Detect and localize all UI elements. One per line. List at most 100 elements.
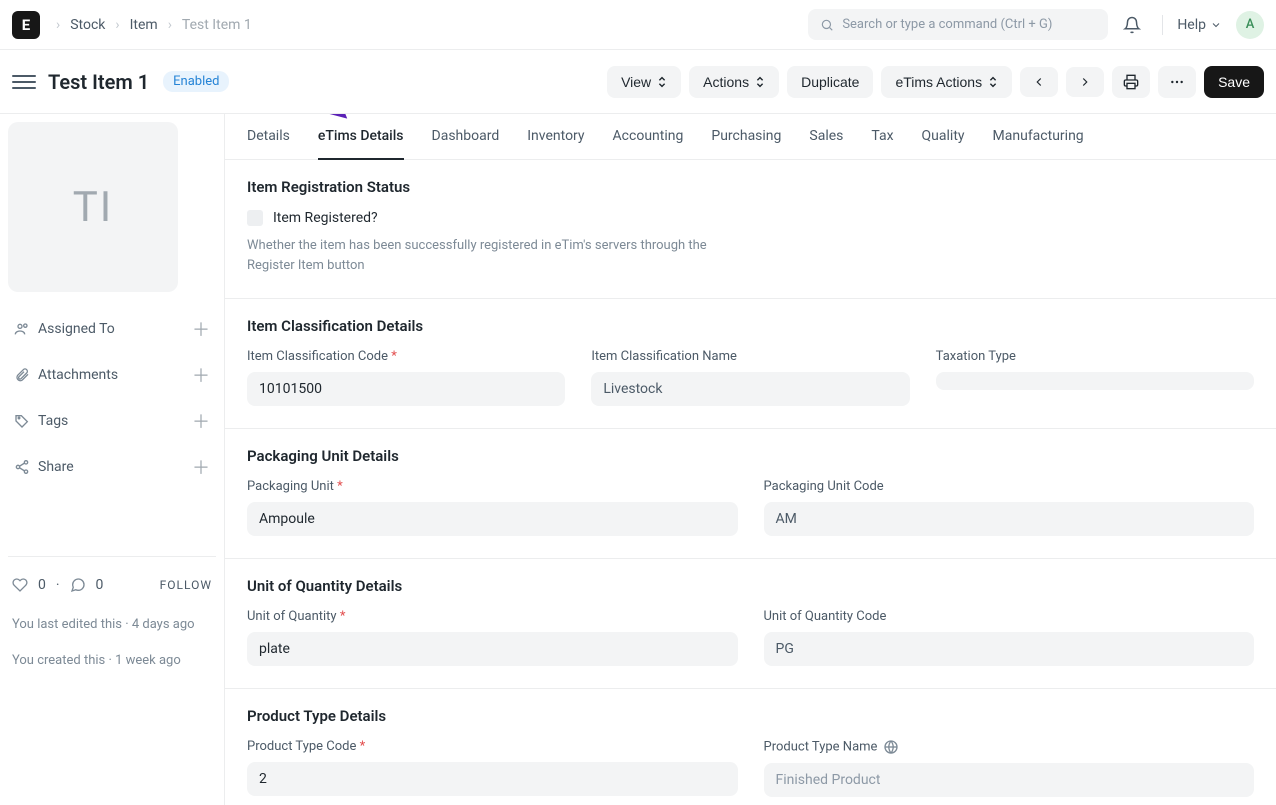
last-edited-meta: You last edited this · 4 days ago (8, 605, 216, 635)
more-horizontal-icon (1169, 74, 1185, 90)
field-label: Unit of Quantity * (247, 609, 738, 624)
prev-record-button[interactable] (1020, 67, 1058, 97)
item-thumbnail[interactable]: TI (8, 122, 178, 292)
plus-icon: ＋ (192, 362, 210, 388)
tab-manufacturing[interactable]: Manufacturing (993, 114, 1084, 160)
section-heading: Item Classification Details (247, 317, 1254, 335)
select-icon (988, 75, 998, 89)
sidebar-item-share[interactable]: Share ＋ (10, 444, 214, 490)
actions-label: Actions (703, 74, 749, 90)
divider (8, 556, 216, 557)
search-icon (820, 18, 834, 32)
help-label: Help (1177, 17, 1206, 33)
tab-details[interactable]: Details (247, 114, 290, 160)
tab-dashboard[interactable]: Dashboard (432, 114, 500, 160)
packaging-unit-code-input[interactable]: AM (764, 502, 1255, 536)
field-label: Packaging Unit * (247, 479, 738, 494)
checkbox-label: Item Registered? (273, 210, 378, 226)
etims-actions-menu[interactable]: eTims Actions (881, 66, 1012, 98)
page-title: Test Item 1 (48, 70, 149, 94)
search-placeholder: Search or type a command (Ctrl + G) (842, 17, 1052, 32)
tab-accounting[interactable]: Accounting (613, 114, 684, 160)
item-classification-code-input[interactable]: 10101500 (247, 372, 565, 406)
field-label: Packaging Unit Code (764, 479, 1255, 494)
help-menu[interactable]: Help (1177, 17, 1222, 33)
app-logo[interactable]: E (12, 11, 40, 39)
tab-etims-details[interactable]: eTims Details (318, 114, 404, 160)
more-menu[interactable] (1158, 66, 1196, 98)
main-panel: Details eTims Details Dashboard Inventor… (224, 114, 1276, 805)
heart-icon[interactable] (12, 577, 28, 593)
tab-quality[interactable]: Quality (922, 114, 965, 160)
actionbar: Test Item 1 Enabled View Actions Duplica… (0, 50, 1276, 114)
printer-icon (1123, 74, 1139, 90)
unit-of-quantity-code-input[interactable]: PG (764, 632, 1255, 666)
tag-icon (14, 413, 30, 429)
dot-separator: · (56, 577, 60, 593)
share-icon (14, 459, 30, 475)
field-label: Item Classification Name (591, 349, 909, 364)
field-label: Product Type Name (764, 739, 1255, 755)
next-record-button[interactable] (1066, 67, 1104, 97)
sidebar-item-label: Attachments (38, 367, 118, 383)
breadcrumb-item[interactable]: Item (130, 17, 158, 33)
duplicate-button[interactable]: Duplicate (787, 66, 873, 98)
created-meta: You created this · 1 week ago (8, 641, 216, 671)
tab-tax[interactable]: Tax (871, 114, 893, 160)
save-button[interactable]: Save (1204, 66, 1264, 98)
section-registration: Item Registration Status Item Registered… (225, 160, 1276, 299)
tab-inventory[interactable]: Inventory (527, 114, 584, 160)
product-type-name-input[interactable]: Finished Product (764, 763, 1255, 797)
taxation-type-input[interactable] (936, 372, 1254, 390)
breadcrumb-stock[interactable]: Stock (70, 17, 105, 33)
view-label: View (621, 74, 651, 90)
status-badge: Enabled (163, 71, 229, 92)
section-heading: Unit of Quantity Details (247, 577, 1254, 595)
breadcrumb-current: Test Item 1 (182, 17, 252, 33)
unit-of-quantity-input[interactable]: plate (247, 632, 738, 666)
follow-button[interactable]: FOLLOW (160, 578, 212, 592)
avatar[interactable]: A (1236, 11, 1264, 39)
topbar: E › Stock › Item › Test Item 1 Search or… (0, 0, 1276, 50)
field-label: Item Classification Code * (247, 349, 565, 364)
sidebar-item-tags[interactable]: Tags ＋ (10, 398, 214, 444)
users-icon (14, 321, 30, 337)
product-type-code-input[interactable]: 2 (247, 762, 738, 796)
notifications-button[interactable] (1116, 9, 1148, 41)
section-product-type: Product Type Details Product Type Code *… (225, 689, 1276, 805)
field-label: Product Type Code * (247, 739, 738, 754)
likes-count: 0 (38, 577, 46, 593)
sidebar-item-assigned-to[interactable]: Assigned To ＋ (10, 306, 214, 352)
print-button[interactable] (1112, 66, 1150, 98)
chevron-left-icon (1032, 75, 1046, 89)
divider (1162, 15, 1163, 35)
breadcrumb: › Stock › Item › Test Item 1 (56, 17, 252, 33)
packaging-unit-input[interactable]: Ampoule (247, 502, 738, 536)
chevron-right-icon: › (168, 17, 172, 33)
select-icon (657, 75, 667, 89)
help-text: Whether the item has been successfully r… (247, 236, 727, 276)
chevron-right-icon: › (115, 17, 119, 33)
search-input[interactable]: Search or type a command (Ctrl + G) (808, 9, 1108, 40)
item-classification-name-input[interactable]: Livestock (591, 372, 909, 406)
section-quantity: Unit of Quantity Details Unit of Quantit… (225, 559, 1276, 689)
section-packaging: Packaging Unit Details Packaging Unit * … (225, 429, 1276, 559)
chevron-down-icon (1210, 19, 1222, 31)
section-heading: Item Registration Status (247, 178, 1254, 196)
engagement-row: 0 · 0 FOLLOW (8, 571, 216, 599)
tab-purchasing[interactable]: Purchasing (711, 114, 781, 160)
actions-menu[interactable]: Actions (689, 66, 779, 98)
sidebar-item-attachments[interactable]: Attachments ＋ (10, 352, 214, 398)
paperclip-icon (14, 367, 30, 383)
select-icon (755, 75, 765, 89)
bell-icon (1123, 16, 1141, 34)
item-registered-checkbox[interactable]: Item Registered? (247, 210, 1254, 226)
sidebar-toggle[interactable] (12, 70, 36, 94)
field-label: Unit of Quantity Code (764, 609, 1255, 624)
comment-icon[interactable] (70, 577, 86, 593)
tab-sales[interactable]: Sales (809, 114, 843, 160)
plus-icon: ＋ (192, 408, 210, 434)
view-menu[interactable]: View (607, 66, 681, 98)
globe-icon (883, 739, 899, 755)
section-classification: Item Classification Details Item Classif… (225, 299, 1276, 429)
